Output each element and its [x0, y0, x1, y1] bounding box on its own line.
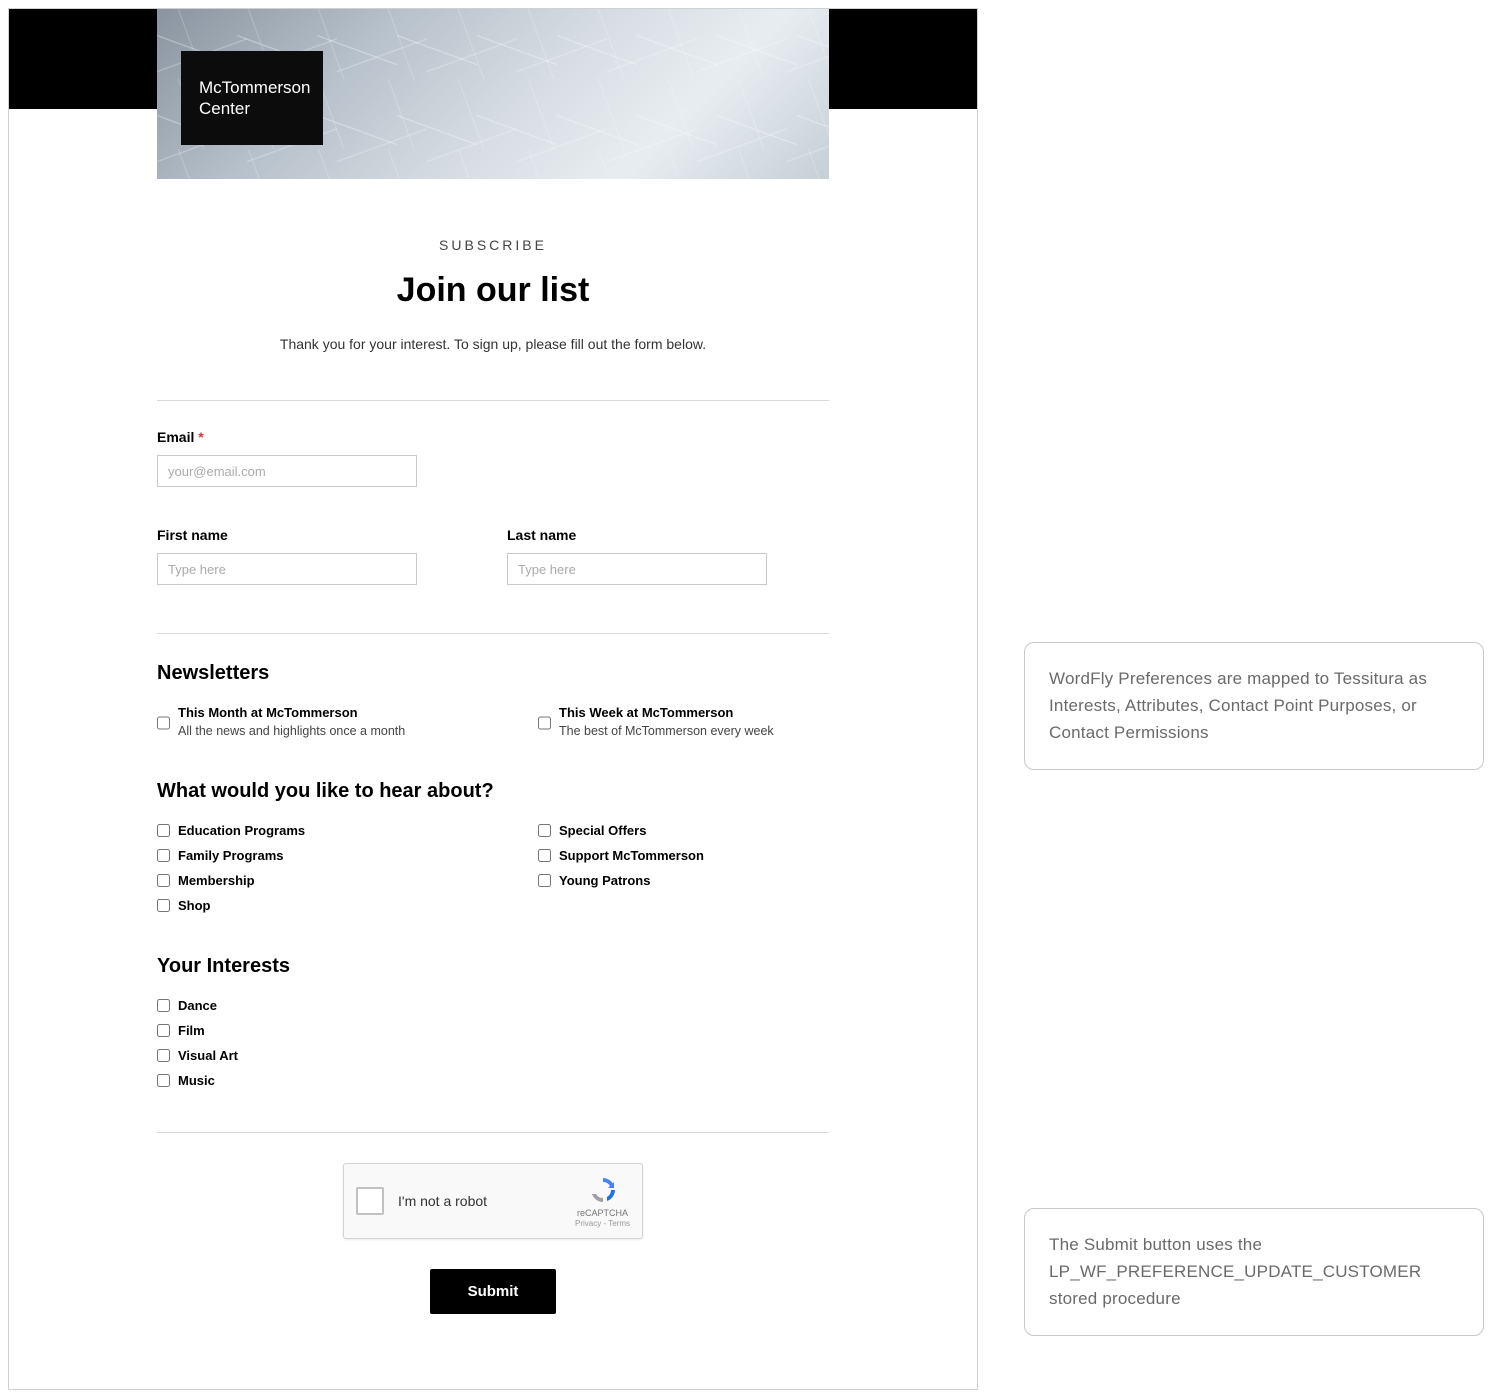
email-input[interactable] [157, 455, 417, 487]
last-name-label: Last name [507, 527, 767, 543]
interest-checkbox[interactable] [157, 999, 170, 1012]
topic-item[interactable]: Young Patrons [538, 873, 829, 888]
topic-item[interactable]: Support McTommerson [538, 848, 829, 863]
topic-item[interactable]: Education Programs [157, 823, 448, 838]
interest-item[interactable]: Visual Art [157, 1048, 829, 1063]
subscribe-form: SUBSCRIBE Join our list Thank you for yo… [157, 179, 829, 1314]
last-name-input[interactable] [507, 553, 767, 585]
topic-label: Shop [178, 898, 211, 913]
topic-label: Membership [178, 873, 255, 888]
topic-label: Special Offers [559, 823, 646, 838]
first-name-label: First name [157, 527, 417, 543]
newsletter-item-month[interactable]: This Month at McTommerson All the news a… [157, 705, 448, 738]
interest-checkbox[interactable] [157, 1024, 170, 1037]
interests-section: Your Interests Dance Film Visual Art Mus… [157, 955, 829, 1088]
first-name-input[interactable] [157, 553, 417, 585]
topic-checkbox[interactable] [157, 874, 170, 887]
topic-label: Young Patrons [559, 873, 650, 888]
newsletter-title: This Week at McTommerson [559, 705, 774, 720]
recaptcha-brand: reCAPTCHA Privacy - Terms [575, 1174, 630, 1228]
interests-heading: Your Interests [157, 955, 829, 978]
interest-item[interactable]: Film [157, 1023, 829, 1038]
interest-item[interactable]: Music [157, 1073, 829, 1088]
interest-label: Film [178, 1023, 205, 1038]
recaptcha-label: I'm not a robot [398, 1193, 575, 1209]
newsletter-title: This Month at McTommerson [178, 705, 405, 720]
interest-label: Dance [178, 998, 217, 1013]
logo-line1: McTommerson [199, 77, 310, 98]
recaptcha-links[interactable]: Privacy - Terms [575, 1219, 630, 1229]
interest-checkbox[interactable] [157, 1074, 170, 1087]
eyebrow: SUBSCRIBE [157, 237, 829, 253]
newsletter-checkbox-month[interactable] [157, 708, 170, 738]
topic-checkbox[interactable] [157, 824, 170, 837]
intro-text: Thank you for your interest. To sign up,… [157, 336, 829, 352]
email-field-group: Email * [157, 429, 829, 487]
brand-logo: McTommerson Center [181, 51, 323, 145]
topic-checkbox[interactable] [538, 874, 551, 887]
last-name-group: Last name [507, 527, 767, 585]
topic-label: Family Programs [178, 848, 284, 863]
divider [157, 633, 829, 634]
submit-button[interactable]: Submit [430, 1269, 557, 1314]
form-page: McTommerson Center SUBSCRIBE Join our li… [8, 8, 978, 1390]
interest-item[interactable]: Dance [157, 998, 829, 1013]
recaptcha-checkbox[interactable] [356, 1187, 384, 1215]
newsletter-desc: The best of McTommerson every week [559, 724, 774, 738]
topic-item[interactable]: Family Programs [157, 848, 448, 863]
recaptcha-brand-text: reCAPTCHA [575, 1208, 630, 1219]
interest-label: Music [178, 1073, 215, 1088]
newsletter-item-week[interactable]: This Week at McTommerson The best of McT… [538, 705, 829, 738]
annotation-submit: The Submit button uses the LP_WF_PREFERE… [1024, 1208, 1484, 1336]
topic-checkbox[interactable] [157, 899, 170, 912]
topics-heading: What would you like to hear about? [157, 780, 829, 803]
required-marker: * [198, 429, 203, 445]
newsletter-checkbox-week[interactable] [538, 708, 551, 738]
interest-label: Visual Art [178, 1048, 238, 1063]
hero-banner: McTommerson Center [9, 9, 977, 179]
topic-checkbox[interactable] [538, 824, 551, 837]
recaptcha-icon [587, 1174, 619, 1206]
divider [157, 400, 829, 401]
topic-item[interactable]: Special Offers [538, 823, 829, 838]
page-title: Join our list [157, 271, 829, 310]
annotation-preferences: WordFly Preferences are mapped to Tessit… [1024, 642, 1484, 770]
topics-section: What would you like to hear about? Educa… [157, 780, 829, 913]
topic-checkbox[interactable] [538, 849, 551, 862]
newsletters-section: Newsletters This Month at McTommerson Al… [157, 662, 829, 738]
topic-label: Education Programs [178, 823, 305, 838]
email-label: Email * [157, 429, 829, 445]
topic-item[interactable]: Membership [157, 873, 448, 888]
recaptcha-wrap: I'm not a robot reCAPTCHA Privacy - Term… [157, 1163, 829, 1239]
newsletters-heading: Newsletters [157, 662, 829, 685]
email-label-text: Email [157, 429, 194, 445]
interest-checkbox[interactable] [157, 1049, 170, 1062]
logo-line2: Center [199, 98, 310, 119]
divider [157, 1132, 829, 1133]
newsletter-desc: All the news and highlights once a month [178, 724, 405, 738]
topic-checkbox[interactable] [157, 849, 170, 862]
first-name-group: First name [157, 527, 417, 585]
topic-item[interactable]: Shop [157, 898, 448, 913]
recaptcha-widget[interactable]: I'm not a robot reCAPTCHA Privacy - Term… [343, 1163, 643, 1239]
topic-label: Support McTommerson [559, 848, 704, 863]
